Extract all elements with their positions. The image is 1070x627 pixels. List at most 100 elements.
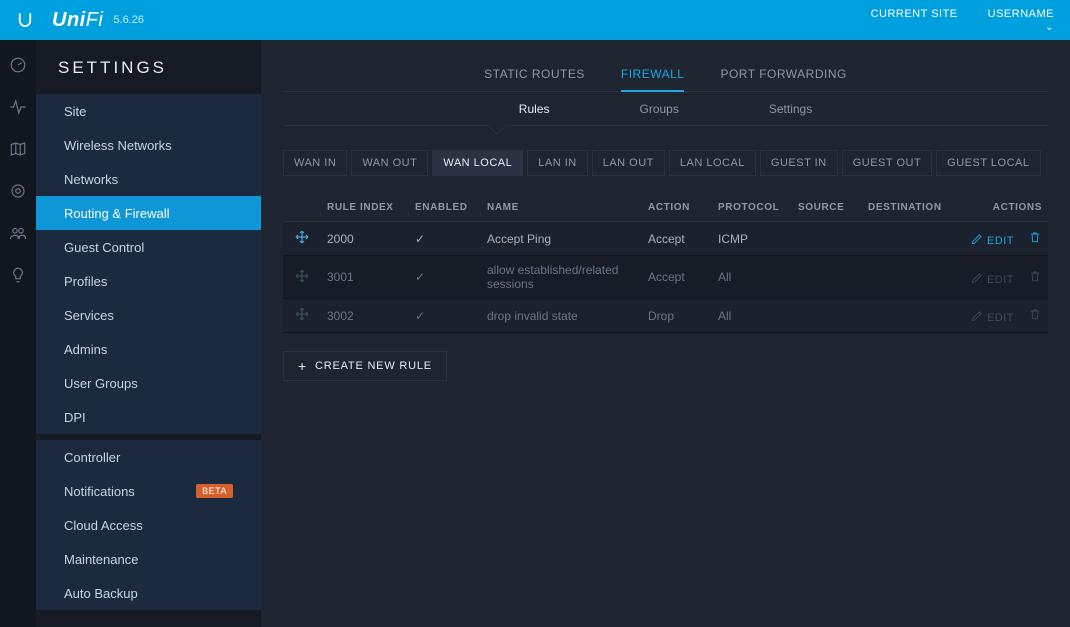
col-actions: ACTIONS xyxy=(958,194,1048,222)
sidebar-item-label: Maintenance xyxy=(64,552,138,567)
edit-button: EDIT xyxy=(970,312,1014,324)
sidebar-item-guest-control[interactable]: Guest Control xyxy=(36,230,261,264)
chip-lan-local[interactable]: LAN LOCAL xyxy=(669,150,756,176)
cell-destination xyxy=(862,299,958,333)
cell-protocol: ICMP xyxy=(712,222,792,256)
pencil-icon xyxy=(970,271,983,284)
beta-badge: BETA xyxy=(196,484,233,498)
sidebar-item-label: Services xyxy=(64,308,114,323)
col-destination[interactable]: DESTINATION xyxy=(862,194,958,222)
chip-guest-in[interactable]: GUEST IN xyxy=(760,150,838,176)
cell-name: Accept Ping xyxy=(481,222,642,256)
clients-icon[interactable] xyxy=(9,224,27,242)
page-title: SETTINGS xyxy=(36,58,261,94)
col-action[interactable]: ACTION xyxy=(642,194,712,222)
sidebar-item-label: User Groups xyxy=(64,376,138,391)
tab-firewall[interactable]: FIREWALL xyxy=(621,58,685,92)
sidebar-item-label: Guest Control xyxy=(64,240,144,255)
subtab-rules[interactable]: Rules xyxy=(519,102,550,116)
edit-button[interactable]: EDIT xyxy=(970,235,1014,247)
chip-guest-out[interactable]: GUEST OUT xyxy=(842,150,932,176)
sidebar-item-cloud-access[interactable]: Cloud Access xyxy=(36,508,261,542)
sub-tabs: Rules Groups Settings xyxy=(283,92,1048,126)
sidebar-item-profiles[interactable]: Profiles xyxy=(36,264,261,298)
chip-wan-in[interactable]: WAN IN xyxy=(283,150,347,176)
chip-wan-local[interactable]: WAN LOCAL xyxy=(432,150,523,176)
tab-static-routes[interactable]: STATIC ROUTES xyxy=(484,58,585,92)
chip-lan-in[interactable]: LAN IN xyxy=(527,150,587,176)
chevron-down-icon: ⌄ xyxy=(988,22,1054,33)
col-source[interactable]: SOURCE xyxy=(792,194,862,222)
cell-enabled: ✓ xyxy=(409,222,481,256)
sidebar-item-notifications[interactable]: Notifications BETA xyxy=(36,474,261,508)
cell-protocol: All xyxy=(712,299,792,333)
cell-rule-index: 3002 xyxy=(321,299,409,333)
sidebar-item-networks[interactable]: Networks xyxy=(36,162,261,196)
chip-wan-out[interactable]: WAN OUT xyxy=(351,150,428,176)
drag-handle-icon[interactable] xyxy=(283,222,321,256)
cell-protocol: All xyxy=(712,256,792,299)
sidebar-item-label: Admins xyxy=(64,342,107,357)
insights-icon[interactable] xyxy=(9,266,27,284)
drag-handle-icon xyxy=(283,256,321,299)
table-row: 3001✓allow established/related sessionsA… xyxy=(283,256,1048,299)
chip-lan-out[interactable]: LAN OUT xyxy=(592,150,665,176)
section-tabs: STATIC ROUTES FIREWALL PORT FORWARDING xyxy=(283,58,1048,92)
sidebar-item-maintenance[interactable]: Maintenance xyxy=(36,542,261,576)
devices-icon[interactable] xyxy=(9,182,27,200)
chip-guest-local[interactable]: GUEST LOCAL xyxy=(936,150,1040,176)
brand: UniFi 5.6.26 xyxy=(52,0,144,40)
drag-handle-icon xyxy=(283,299,321,333)
cell-rule-index: 3001 xyxy=(321,256,409,299)
pencil-icon xyxy=(970,309,983,322)
sidebar-item-auto-backup[interactable]: Auto Backup xyxy=(36,576,261,610)
sidebar-item-label: DPI xyxy=(64,410,86,425)
sidebar-item-label: Auto Backup xyxy=(64,586,138,601)
create-new-rule-button[interactable]: + CREATE NEW RULE xyxy=(283,351,447,381)
sidebar-item-label: Controller xyxy=(64,450,120,465)
topbar: UniFi 5.6.26 CURRENT SITE USERNAME ⌄ xyxy=(0,0,1070,40)
sidebar-item-label: Profiles xyxy=(64,274,107,289)
sidebar-item-services[interactable]: Services xyxy=(36,298,261,332)
sidebar-item-controller[interactable]: Controller xyxy=(36,440,261,474)
settings-sidebar: SETTINGS Site Wireless Networks Networks Ro… xyxy=(36,40,261,627)
dashboard-icon[interactable] xyxy=(9,56,27,74)
nav-rail xyxy=(0,40,36,627)
ubiquiti-logo-icon xyxy=(16,11,34,29)
current-site-menu[interactable]: CURRENT SITE xyxy=(871,8,958,33)
sidebar-item-dpi[interactable]: DPI xyxy=(36,400,261,434)
brand-name: UniFi xyxy=(52,9,103,32)
current-site-label: CURRENT SITE xyxy=(871,8,958,20)
username-label: USERNAME xyxy=(988,8,1054,20)
pencil-icon xyxy=(970,232,983,245)
cell-destination xyxy=(862,256,958,299)
cell-destination xyxy=(862,222,958,256)
tab-port-forwarding[interactable]: PORT FORWARDING xyxy=(720,58,846,92)
table-row: 3002✓drop invalid stateDropAllEDIT xyxy=(283,299,1048,333)
map-icon[interactable] xyxy=(9,140,27,158)
subtab-groups[interactable]: Groups xyxy=(639,102,678,116)
subtab-settings[interactable]: Settings xyxy=(769,102,812,116)
sidebar-item-wireless-networks[interactable]: Wireless Networks xyxy=(36,128,261,162)
cell-action: Accept xyxy=(642,256,712,299)
col-rule-index[interactable]: RULE INDEX xyxy=(321,194,409,222)
delete-button[interactable] xyxy=(1028,233,1042,247)
col-enabled[interactable]: ENABLED xyxy=(409,194,481,222)
cell-action: Drop xyxy=(642,299,712,333)
sidebar-item-site[interactable]: Site xyxy=(36,94,261,128)
delete-button xyxy=(1028,272,1042,286)
rules-table: RULE INDEX ENABLED NAME ACTION PROTOCOL … xyxy=(283,194,1048,333)
sidebar-item-label: Notifications xyxy=(64,484,135,499)
tab-pointer xyxy=(487,115,507,135)
sidebar-item-user-groups[interactable]: User Groups xyxy=(36,366,261,400)
sidebar-item-routing-firewall[interactable]: Routing & Firewall xyxy=(36,196,261,230)
sidebar-item-admins[interactable]: Admins xyxy=(36,332,261,366)
sidebar-item-label: Site xyxy=(64,104,86,119)
delete-button xyxy=(1028,310,1042,324)
username-menu[interactable]: USERNAME ⌄ xyxy=(988,8,1054,33)
col-name[interactable]: NAME xyxy=(481,194,642,222)
activity-icon[interactable] xyxy=(9,98,27,116)
create-new-rule-label: CREATE NEW RULE xyxy=(315,360,432,372)
sidebar-item-label: Networks xyxy=(64,172,118,187)
col-protocol[interactable]: PROTOCOL xyxy=(712,194,792,222)
